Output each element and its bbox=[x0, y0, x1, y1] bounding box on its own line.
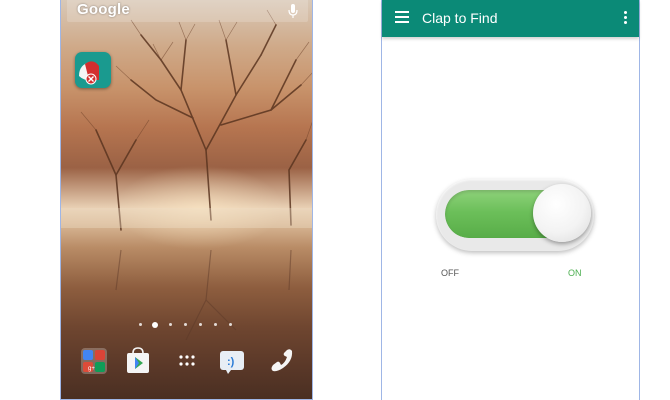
page-indicator bbox=[139, 322, 239, 330]
hamburger-menu-icon[interactable] bbox=[395, 11, 409, 23]
messenger-icon[interactable]: :) bbox=[218, 347, 246, 375]
home-screen: Google g+:) bbox=[60, 0, 313, 400]
google-logo: Google bbox=[77, 1, 130, 18]
google-apps-folder-icon[interactable]: g+ bbox=[80, 347, 108, 375]
more-vert-icon[interactable] bbox=[623, 11, 627, 25]
switch-knob[interactable] bbox=[533, 184, 591, 242]
clap-to-find-app-icon[interactable] bbox=[75, 52, 111, 88]
phone-icon[interactable] bbox=[267, 347, 295, 375]
svg-text:g+: g+ bbox=[88, 366, 95, 372]
play-store-icon[interactable] bbox=[124, 347, 152, 375]
microphone-icon[interactable] bbox=[288, 3, 298, 19]
clap-to-find-app-screen: Clap to Find OFF ON bbox=[381, 0, 640, 400]
switch-off-label: OFF bbox=[441, 268, 459, 278]
switch-on-label: ON bbox=[568, 268, 582, 278]
app-toolbar: Clap to Find bbox=[382, 0, 639, 37]
app-title: Clap to Find bbox=[422, 10, 498, 26]
clap-detection-switch[interactable] bbox=[436, 179, 594, 251]
google-search-bar[interactable]: Google bbox=[67, 0, 308, 22]
app-drawer-icon[interactable] bbox=[173, 347, 201, 375]
svg-text::): :) bbox=[227, 356, 235, 368]
